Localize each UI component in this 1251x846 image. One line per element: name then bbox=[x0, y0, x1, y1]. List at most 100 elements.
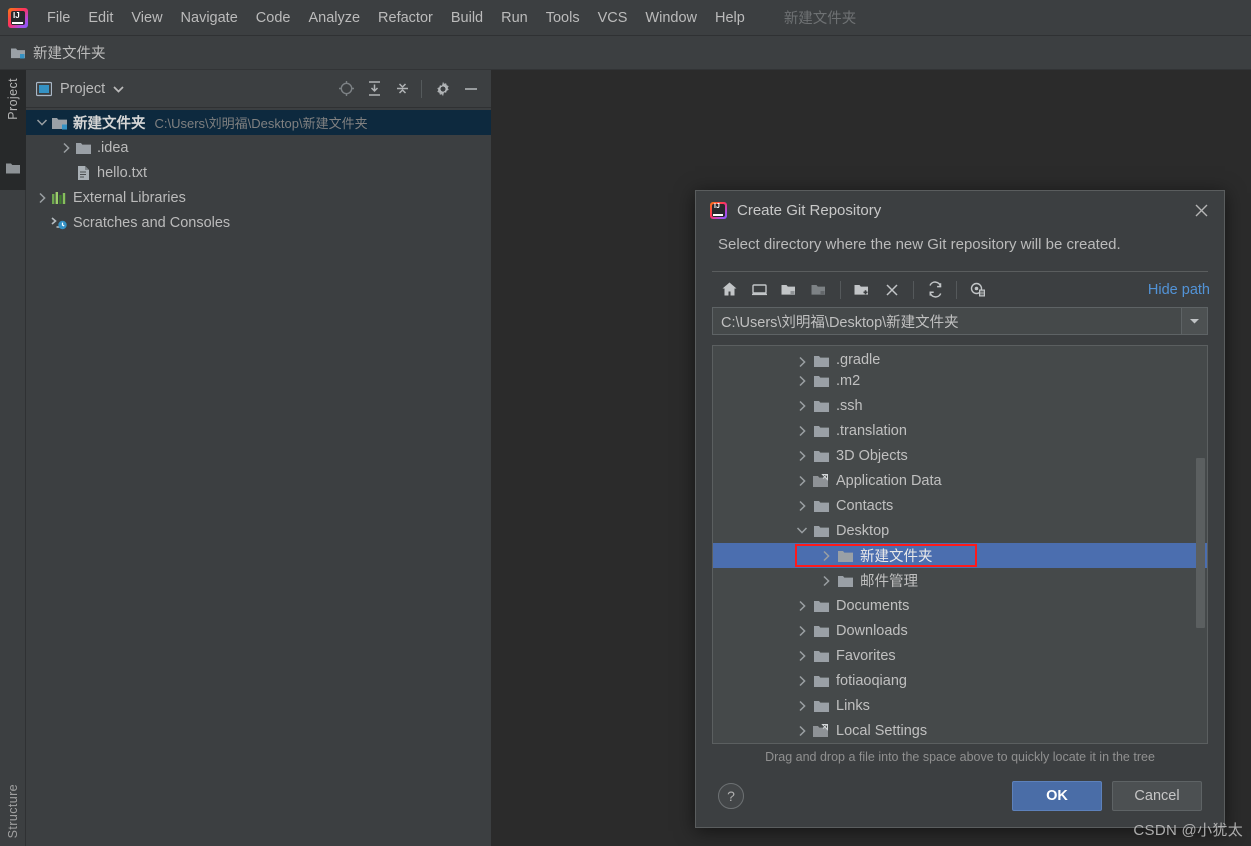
directory-tree-row[interactable]: .translation bbox=[713, 418, 1207, 443]
directory-tree-label: .translation bbox=[836, 422, 907, 439]
directory-tree-row[interactable]: 3D Objects bbox=[713, 443, 1207, 468]
chevron-right-icon[interactable] bbox=[817, 550, 835, 562]
hide-path-link[interactable]: Hide path bbox=[1148, 282, 1210, 298]
chevron-right-icon[interactable] bbox=[793, 375, 811, 387]
menu-item-analyze[interactable]: Analyze bbox=[299, 7, 369, 29]
directory-tree-panel[interactable]: .gradle .m2 .ssh .translation 3D Objects Appl… bbox=[712, 345, 1208, 745]
menu-item-tools[interactable]: Tools bbox=[537, 7, 589, 29]
chevron-right-icon[interactable] bbox=[817, 575, 835, 587]
directory-tree-row[interactable]: Music bbox=[713, 743, 1207, 744]
menu-item-run[interactable]: Run bbox=[492, 7, 537, 29]
tool-tab-structure[interactable]: Structure bbox=[6, 784, 20, 838]
cancel-button[interactable]: Cancel bbox=[1112, 780, 1202, 811]
intellij-dialog-icon: IJ bbox=[710, 202, 727, 220]
home-icon[interactable] bbox=[714, 277, 744, 303]
project-tree-row[interactable]: External Libraries bbox=[26, 185, 491, 210]
directory-tree-row[interactable]: Contacts bbox=[713, 493, 1207, 518]
gear-icon[interactable] bbox=[431, 77, 455, 101]
chevron-right-icon[interactable] bbox=[793, 700, 811, 712]
menu-item-help[interactable]: Help bbox=[706, 7, 754, 29]
project-tree-label: Scratches and Consoles bbox=[73, 214, 231, 231]
folder-icon bbox=[74, 141, 92, 155]
directory-tree-row[interactable]: Links bbox=[713, 693, 1207, 718]
expand-all-icon[interactable] bbox=[362, 77, 386, 101]
directory-tree-row[interactable]: .ssh bbox=[713, 393, 1207, 418]
directory-tree-label: Downloads bbox=[836, 622, 908, 639]
chevron-right-icon[interactable] bbox=[793, 725, 811, 737]
new-folder-icon[interactable] bbox=[847, 277, 877, 303]
menu-item-build[interactable]: Build bbox=[442, 7, 492, 29]
chevron-down-icon[interactable] bbox=[793, 526, 811, 535]
project-panel-title: Project bbox=[60, 80, 106, 97]
collapse-all-icon[interactable] bbox=[390, 77, 414, 101]
locate-in-tree-icon[interactable] bbox=[334, 77, 358, 101]
directory-tree-row[interactable]: .gradle bbox=[713, 346, 1207, 368]
chevron-right-icon[interactable] bbox=[793, 425, 811, 437]
path-dropdown-arrow-icon[interactable] bbox=[1181, 308, 1207, 335]
desktop-icon[interactable] bbox=[744, 277, 774, 303]
chevron-right-icon[interactable] bbox=[793, 450, 811, 462]
project-tree-row[interactable]: .idea bbox=[26, 135, 491, 160]
directory-tree-row[interactable]: Favorites bbox=[713, 643, 1207, 668]
strip-folder-icon bbox=[5, 162, 21, 175]
folder-icon bbox=[811, 599, 831, 613]
path-input-value[interactable]: C:\Users\刘明福\Desktop\新建文件夹 bbox=[713, 311, 1181, 332]
menu-item-vcs[interactable]: VCS bbox=[589, 7, 637, 29]
menu-item-file[interactable]: File bbox=[38, 7, 79, 29]
dialog-footer: ? OK Cancel bbox=[696, 764, 1224, 827]
delete-icon[interactable] bbox=[877, 277, 907, 303]
chevron-right-icon[interactable] bbox=[793, 356, 811, 368]
chevron-right-icon[interactable] bbox=[793, 500, 811, 512]
folder-icon bbox=[811, 399, 831, 413]
chevron-down-icon[interactable] bbox=[34, 118, 50, 127]
directory-tree-row[interactable]: .m2 bbox=[713, 368, 1207, 393]
menu-item-refactor[interactable]: Refactor bbox=[369, 7, 442, 29]
file-chooser-toolbar: Hide path bbox=[696, 272, 1224, 307]
project-tree-row[interactable]: Scratches and Consoles bbox=[26, 210, 491, 235]
directory-tree-row[interactable]: 邮件管理 bbox=[713, 568, 1207, 593]
path-field[interactable]: C:\Users\刘明福\Desktop\新建文件夹 bbox=[712, 307, 1208, 336]
show-hidden-icon[interactable] bbox=[963, 277, 993, 303]
directory-tree-row[interactable]: Application Data bbox=[713, 468, 1207, 493]
menu-item-view[interactable]: View bbox=[122, 7, 171, 29]
toolbar-divider bbox=[840, 280, 841, 299]
chevron-right-icon[interactable] bbox=[793, 675, 811, 687]
ok-button[interactable]: OK bbox=[1012, 780, 1102, 811]
project-folder-icon[interactable] bbox=[774, 277, 804, 303]
project-tree-row[interactable]: 新建文件夹 C:\Users\刘明福\Desktop\新建文件夹 bbox=[26, 110, 491, 135]
directory-tree-row[interactable]: 新建文件夹 bbox=[713, 543, 1207, 569]
tool-tab-project[interactable]: Project bbox=[6, 78, 20, 120]
chevron-down-icon[interactable] bbox=[113, 85, 124, 93]
help-button[interactable]: ? bbox=[718, 782, 744, 809]
chevron-right-icon[interactable] bbox=[793, 650, 811, 662]
chevron-right-icon[interactable] bbox=[793, 625, 811, 637]
directory-tree-row[interactable]: Local Settings bbox=[713, 718, 1207, 743]
toolbar-divider bbox=[956, 280, 957, 299]
directory-tree-row[interactable]: fotiaoqiang bbox=[713, 668, 1207, 693]
chevron-right-icon[interactable] bbox=[34, 192, 50, 204]
close-icon[interactable] bbox=[1190, 200, 1212, 222]
hide-panel-icon[interactable] bbox=[459, 77, 483, 101]
menu-item-navigate[interactable]: Navigate bbox=[172, 7, 247, 29]
directory-tree-row[interactable]: Desktop bbox=[713, 518, 1207, 543]
folder-icon bbox=[811, 424, 831, 438]
project-tree-row[interactable]: hello.txt bbox=[26, 160, 491, 185]
chevron-right-icon[interactable] bbox=[793, 400, 811, 412]
folder-icon bbox=[811, 374, 831, 388]
project-panel-header: Project bbox=[26, 70, 491, 108]
menu-item-code[interactable]: Code bbox=[247, 7, 300, 29]
project-tree[interactable]: 新建文件夹 C:\Users\刘明福\Desktop\新建文件夹 .idea hell… bbox=[26, 108, 491, 846]
tree-scrollbar-thumb[interactable] bbox=[1196, 458, 1205, 629]
chevron-right-icon[interactable] bbox=[58, 142, 74, 154]
refresh-icon[interactable] bbox=[920, 277, 950, 303]
libraries-icon bbox=[50, 191, 68, 205]
menu-item-window[interactable]: Window bbox=[636, 7, 706, 29]
folder-icon bbox=[811, 674, 831, 688]
breadcrumb-item[interactable]: 新建文件夹 bbox=[33, 42, 106, 63]
directory-tree-row[interactable]: Downloads bbox=[713, 618, 1207, 643]
directory-tree-row[interactable]: Documents bbox=[713, 593, 1207, 618]
project-tree-label: .idea bbox=[97, 139, 129, 156]
chevron-right-icon[interactable] bbox=[793, 600, 811, 612]
menu-item-edit[interactable]: Edit bbox=[79, 7, 122, 29]
chevron-right-icon[interactable] bbox=[793, 475, 811, 487]
